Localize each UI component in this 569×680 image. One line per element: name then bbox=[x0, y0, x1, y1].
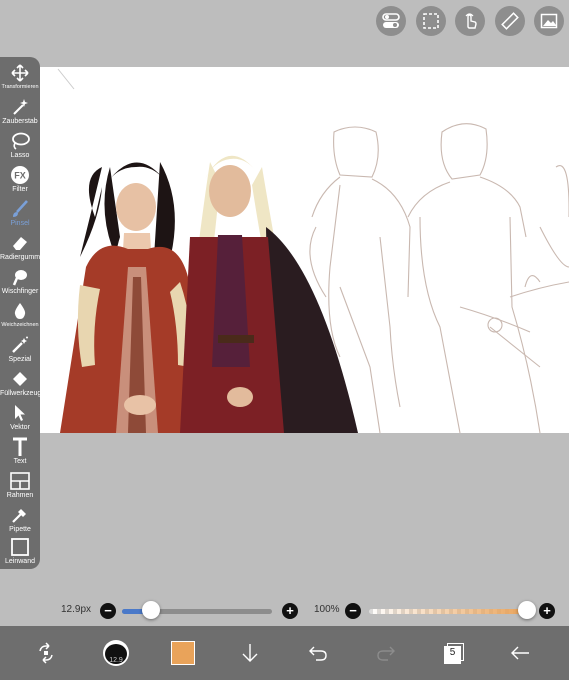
eraser-icon bbox=[9, 233, 31, 253]
brush-thumbnail: 12.9 bbox=[103, 640, 129, 666]
reference-image-button[interactable] bbox=[534, 6, 564, 36]
arrow-left-icon bbox=[511, 646, 529, 660]
brush-size-increase-button[interactable]: + bbox=[282, 603, 298, 619]
move-icon bbox=[9, 63, 31, 83]
opacity-slider[interactable] bbox=[369, 609, 527, 614]
undo-button[interactable] bbox=[304, 634, 332, 672]
lasso-icon bbox=[9, 131, 31, 151]
tool-blur[interactable]: Weichzeichnen bbox=[0, 301, 40, 335]
tool-vector[interactable]: Vektor bbox=[0, 403, 40, 437]
tool-transform[interactable]: Transformieren bbox=[0, 63, 40, 97]
selection-button[interactable] bbox=[416, 6, 446, 36]
tool-brush[interactable]: Pinsel bbox=[0, 199, 40, 233]
color-picker-button[interactable] bbox=[170, 634, 196, 672]
canvas-icon bbox=[9, 537, 31, 557]
opacity-decrease-button[interactable]: − bbox=[345, 603, 361, 619]
tool-canvas[interactable]: Leinwand bbox=[0, 537, 40, 571]
tool-frame[interactable]: Rahmen bbox=[0, 471, 40, 505]
tool-fill[interactable]: Füllwerkzeug bbox=[0, 369, 40, 403]
hand-touch-icon bbox=[465, 13, 477, 29]
ruler-icon bbox=[501, 12, 519, 30]
opacity-fill bbox=[369, 609, 527, 614]
move-down-button[interactable] bbox=[236, 634, 264, 672]
opacity-knob[interactable] bbox=[518, 601, 536, 619]
image-icon bbox=[540, 13, 558, 29]
rotate-arrows-icon bbox=[39, 642, 53, 664]
magic-wand-icon bbox=[9, 97, 31, 117]
brush-preview-button[interactable]: 12.9 bbox=[100, 634, 132, 672]
tool-sidebar: Transformieren Zauberstab Lasso FX Filte… bbox=[0, 57, 40, 569]
svg-text:FX: FX bbox=[14, 171, 26, 181]
tool-smudge[interactable]: Wischfinger bbox=[0, 267, 40, 301]
back-button[interactable] bbox=[506, 634, 534, 672]
touch-button[interactable] bbox=[455, 6, 485, 36]
opacity-value: 100% bbox=[314, 604, 340, 615]
artwork bbox=[57, 68, 569, 433]
tool-special[interactable]: Spezial bbox=[0, 335, 40, 369]
brush-thumb-size: 12.9 bbox=[109, 657, 123, 664]
tool-eyedropper[interactable]: Pipette bbox=[0, 505, 40, 539]
special-wand-icon bbox=[9, 335, 31, 355]
eyedropper-icon bbox=[9, 505, 31, 525]
drawing-canvas[interactable] bbox=[40, 67, 569, 433]
frame-icon bbox=[9, 471, 31, 491]
man-figure bbox=[180, 155, 358, 433]
current-color-swatch bbox=[171, 641, 195, 665]
tool-magic-wand[interactable]: Zauberstab bbox=[0, 97, 40, 131]
redo-icon bbox=[377, 646, 395, 661]
bottom-toolbar: 12.9 5 bbox=[0, 626, 569, 680]
opacity-increase-button[interactable]: + bbox=[539, 603, 555, 619]
toggle-icon bbox=[382, 13, 400, 28]
layer-count: 5 bbox=[449, 647, 456, 658]
layers-button[interactable]: 5 bbox=[440, 634, 466, 672]
brush-icon bbox=[9, 199, 31, 219]
brush-size-value: 12.9px bbox=[61, 604, 92, 615]
tool-filter[interactable]: FX Filter bbox=[0, 165, 40, 199]
layers-icon: 5 bbox=[443, 643, 464, 664]
quick-menu-button[interactable] bbox=[30, 634, 62, 672]
tool-lasso[interactable]: Lasso bbox=[0, 131, 40, 165]
redo-button[interactable] bbox=[372, 634, 400, 672]
text-icon bbox=[9, 437, 31, 457]
tool-eraser[interactable]: Radiergummi bbox=[0, 233, 40, 267]
tool-text[interactable]: Text bbox=[0, 437, 40, 471]
brush-size-decrease-button[interactable]: − bbox=[100, 603, 116, 619]
ruler-button[interactable] bbox=[495, 6, 525, 36]
vector-cursor-icon bbox=[9, 403, 31, 423]
arrow-down-icon bbox=[242, 644, 258, 662]
fill-bucket-icon bbox=[9, 369, 31, 389]
undo-icon bbox=[309, 646, 327, 661]
fx-icon: FX bbox=[9, 165, 31, 185]
brush-size-knob[interactable] bbox=[141, 601, 160, 619]
selection-icon bbox=[423, 13, 439, 29]
blur-drop-icon bbox=[9, 301, 31, 321]
smudge-icon bbox=[9, 267, 31, 287]
sketch-lines bbox=[309, 123, 569, 433]
toggle-button[interactable] bbox=[376, 6, 406, 36]
